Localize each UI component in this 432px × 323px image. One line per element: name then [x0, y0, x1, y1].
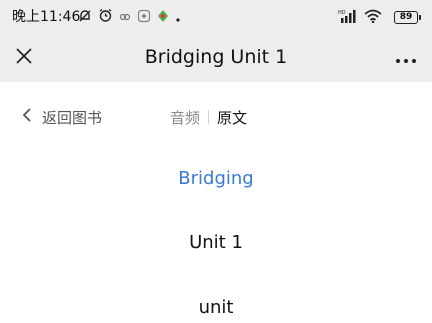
chevron-left-icon	[22, 107, 32, 127]
page-title: Bridging Unit 1	[144, 46, 288, 68]
app-notification-icon-2	[137, 8, 151, 27]
more-options-button[interactable]	[388, 42, 424, 74]
tab-divider	[208, 110, 210, 124]
app-notification-icon	[119, 8, 131, 27]
text-line[interactable]: Unit 1	[0, 232, 432, 253]
back-to-book-button[interactable]: 返回图书	[22, 106, 102, 128]
nav-bar: Bridging Unit 1	[0, 34, 432, 82]
close-button[interactable]	[8, 42, 40, 74]
status-bar: 晚上11:46 HD 89	[0, 0, 432, 34]
status-time: 晚上11:46	[12, 9, 81, 25]
wifi-icon	[364, 8, 382, 27]
close-icon	[15, 47, 33, 69]
back-to-book-label: 返回图书	[42, 108, 103, 127]
alarm-clock-icon	[98, 8, 113, 27]
content-toolbar: 返回图书 音频 原文	[0, 82, 432, 152]
signal-icon: HD	[338, 8, 358, 27]
status-notification-icons	[78, 8, 187, 27]
tab-original[interactable]: 原文	[217, 107, 247, 128]
more-notifications-dot-icon	[175, 8, 181, 27]
battery-icon: 89	[394, 10, 421, 24]
status-system-icons: HD 89	[338, 8, 421, 27]
more-dots-icon	[395, 49, 417, 68]
text-line[interactable]: unit	[0, 297, 432, 318]
svg-text:HD: HD	[338, 10, 346, 16]
battery-level: 89	[399, 11, 413, 22]
app-notification-icon-3	[157, 8, 169, 27]
tab-audio[interactable]: 音频	[170, 107, 200, 128]
muted-bell-icon	[78, 8, 92, 27]
text-line-highlighted[interactable]: Bridging	[0, 168, 432, 189]
view-tabs: 音频 原文	[170, 106, 247, 128]
